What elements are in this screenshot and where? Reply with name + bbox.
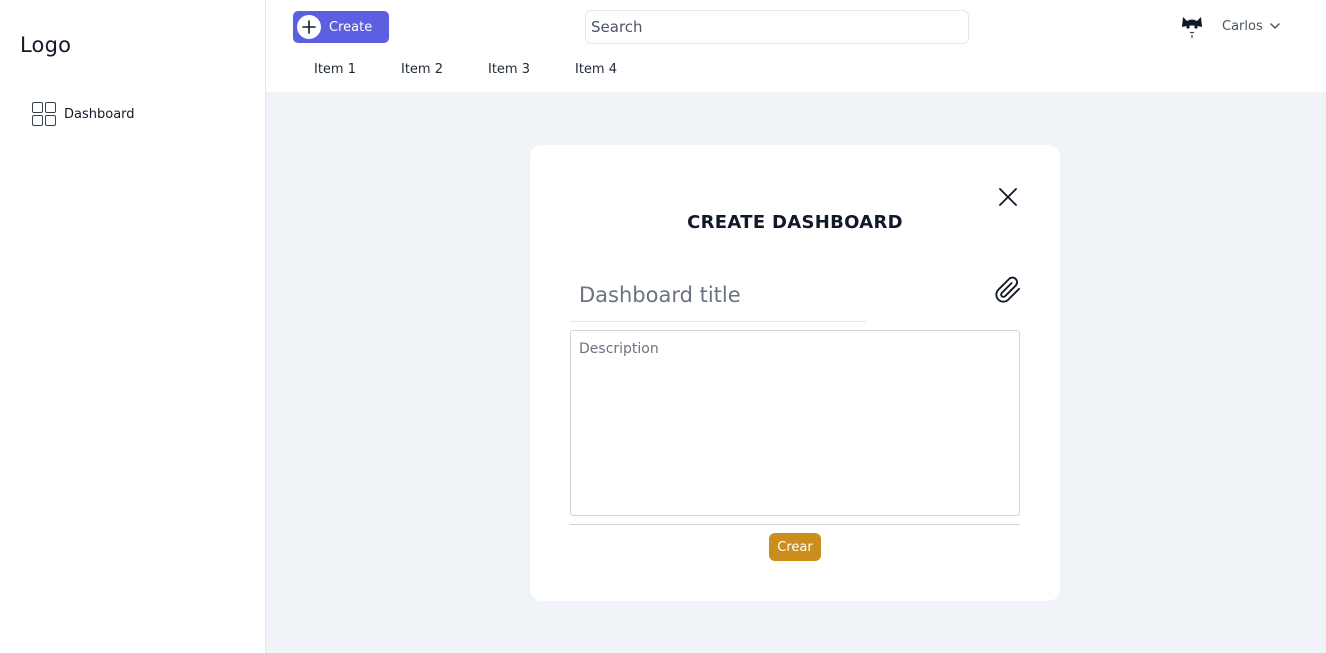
attach-button[interactable]	[994, 276, 1022, 304]
tab-item-3[interactable]: Item 3	[488, 62, 530, 77]
modal-title: CREATE DASHBOARD	[687, 212, 903, 233]
dashboard-title-input[interactable]	[570, 269, 866, 322]
crear-button[interactable]: Crear	[769, 533, 821, 561]
grid-icon	[32, 102, 56, 126]
top-bar: Create Carlos Item 1 Item 2 Item 3 Item …	[266, 0, 1326, 92]
close-icon	[999, 188, 1017, 206]
logo: Logo	[20, 33, 72, 57]
create-button[interactable]: Create	[293, 11, 389, 43]
sidebar-item-dashboard[interactable]: Dashboard	[32, 101, 135, 127]
tab-item-4[interactable]: Item 4	[575, 62, 617, 77]
tab-item-2[interactable]: Item 2	[401, 62, 443, 77]
search-input[interactable]	[585, 10, 969, 44]
plus-icon	[297, 15, 321, 39]
sidebar: Logo Dashboard	[0, 0, 266, 653]
sidebar-item-label: Dashboard	[64, 106, 135, 122]
tab-item-1[interactable]: Item 1	[314, 62, 356, 77]
close-button[interactable]	[998, 187, 1018, 207]
description-field[interactable]	[570, 330, 1020, 516]
chevron-down-icon	[1269, 23, 1280, 29]
create-button-label: Create	[329, 19, 373, 35]
create-dashboard-modal: CREATE DASHBOARD Crear	[530, 145, 1060, 601]
user-name: Carlos	[1222, 18, 1263, 34]
avatar	[1177, 11, 1207, 41]
top-nav: Item 1 Item 2 Item 3 Item 4	[314, 62, 617, 77]
paperclip-icon	[995, 276, 1020, 303]
user-menu[interactable]: Carlos	[1177, 10, 1281, 42]
divider	[570, 524, 1020, 525]
